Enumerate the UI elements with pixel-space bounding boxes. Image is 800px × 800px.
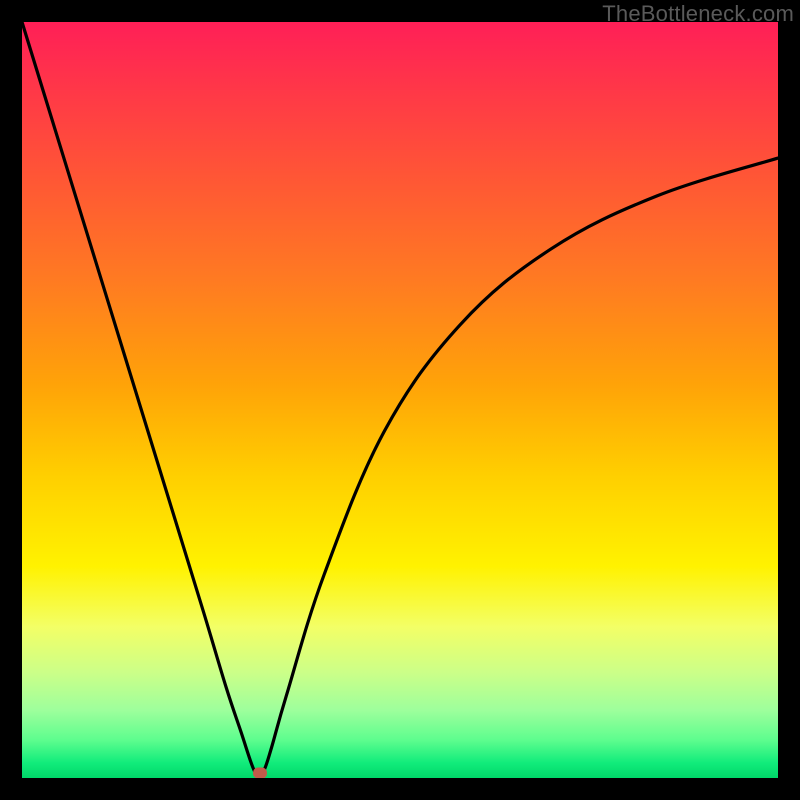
plot-area (22, 22, 778, 778)
bottleneck-curve (22, 22, 778, 778)
optimum-marker (253, 767, 267, 778)
chart-frame (22, 22, 778, 778)
